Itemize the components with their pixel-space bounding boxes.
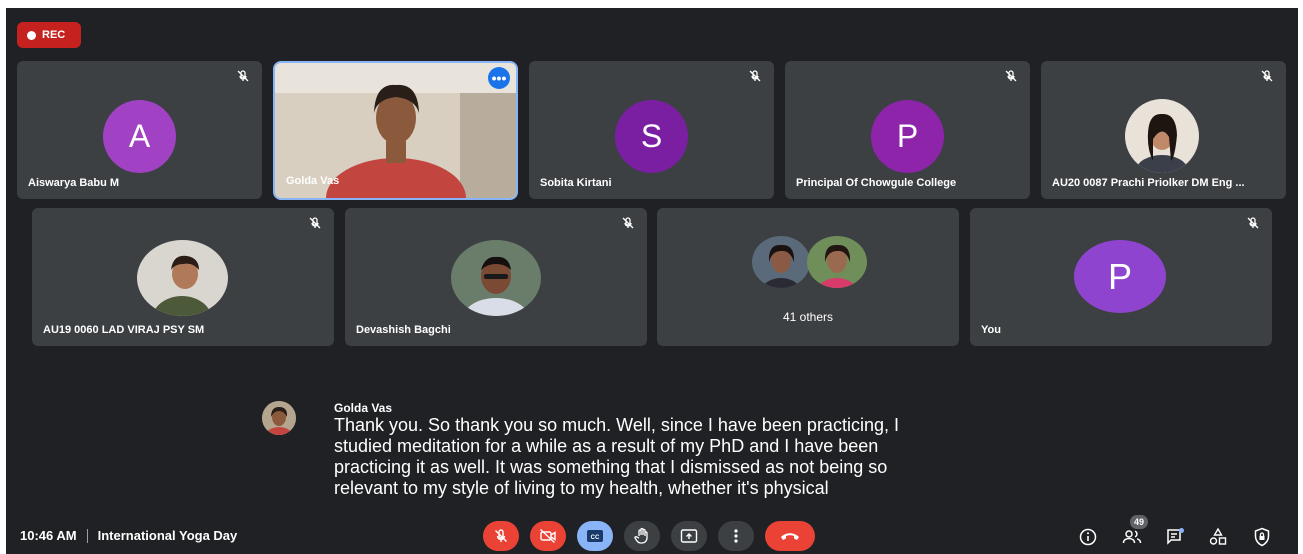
avatar-photo	[137, 240, 228, 316]
chat-icon	[1167, 528, 1184, 545]
caption-text: Thank you. So thank you so much. Well, s…	[334, 415, 1034, 499]
participant-name: Aiswarya Babu M	[28, 177, 120, 189]
mic-off-icon	[495, 529, 507, 542]
participant-tile[interactable]: S Sobita Kirtani	[529, 61, 774, 199]
participant-tile[interactable]: Devashish Bagchi	[345, 208, 647, 346]
more-vert-icon	[734, 529, 738, 543]
caption-speaker-name: Golda Vas	[334, 401, 393, 415]
participant-name: Golda Vas	[286, 175, 340, 187]
caption-line: studied meditation for a while as a resu…	[334, 436, 879, 456]
recording-label: REC	[42, 29, 66, 41]
present-screen-button[interactable]	[671, 521, 707, 551]
avatar: P	[1074, 240, 1166, 313]
camera-off-icon	[540, 528, 556, 544]
people-icon	[1122, 530, 1142, 544]
caption-speaker-avatar	[262, 401, 296, 435]
meeting-time: 10:46 AM	[20, 528, 77, 543]
microphone-toggle-button[interactable]	[483, 521, 519, 551]
present-screen-icon	[680, 529, 698, 543]
participant-tile[interactable]: A Aiswarya Babu M	[17, 61, 262, 199]
participant-name: Principal Of Chowgule College	[796, 177, 957, 189]
mic-off-icon	[749, 70, 761, 82]
info-icon	[1079, 528, 1097, 546]
avatar: S	[615, 100, 688, 173]
participant-name: You	[981, 324, 1001, 336]
avatar-photo	[807, 236, 867, 288]
camera-toggle-button[interactable]	[530, 521, 566, 551]
people-count-badge: 49	[1130, 515, 1148, 529]
more-options-icon[interactable]: •••	[488, 67, 510, 89]
raise-hand-icon	[634, 527, 648, 544]
avatar-photo	[1125, 99, 1199, 173]
recording-indicator: REC	[17, 22, 81, 48]
mic-off-icon	[1247, 217, 1259, 229]
avatar-photo	[752, 236, 810, 288]
participant-name: Sobita Kirtani	[540, 177, 612, 189]
shield-lock-icon	[1254, 527, 1270, 547]
mic-off-icon	[237, 70, 249, 82]
participant-tile[interactable]: P Principal Of Chowgule College	[785, 61, 1030, 199]
activities-button[interactable]	[1207, 526, 1229, 548]
participant-video-tile[interactable]: ••• Golda Vas	[275, 63, 516, 198]
participant-tile-self[interactable]: P You	[970, 208, 1272, 346]
mic-off-icon	[1261, 70, 1273, 82]
divider	[86, 528, 88, 543]
avatar: A	[103, 100, 176, 173]
activities-icon	[1209, 527, 1227, 545]
meeting-details[interactable]: 10:46 AM International Yoga Day	[20, 528, 237, 543]
captions-icon: CC	[587, 530, 603, 542]
host-controls-button[interactable]	[1251, 526, 1273, 548]
people-button[interactable]	[1121, 526, 1143, 548]
captions-button[interactable]: CC	[577, 521, 613, 551]
raise-hand-button[interactable]	[624, 521, 660, 551]
avatar: P	[871, 100, 944, 173]
mic-off-icon	[1005, 70, 1017, 82]
more-options-button[interactable]	[718, 521, 754, 551]
avatar-photo	[451, 240, 541, 316]
caption-line: relevant to my style of living to my hea…	[334, 478, 829, 498]
caption-line: practicing it as well. It was something …	[334, 457, 888, 477]
chat-button[interactable]	[1164, 526, 1186, 548]
meeting-stage: REC A Aiswarya Babu M ••• Golda Vas S So…	[6, 8, 1298, 554]
record-dot-icon	[27, 30, 36, 40]
others-count-label: 41 others	[782, 310, 834, 324]
call-end-icon	[781, 533, 799, 540]
caption-line: Thank you. So thank you so much. Well, s…	[334, 415, 899, 435]
mic-off-icon	[309, 217, 321, 229]
meeting-info-button[interactable]	[1077, 526, 1099, 548]
participant-name: Devashish Bagchi	[356, 324, 451, 336]
meeting-title: International Yoga Day	[97, 528, 238, 543]
participant-tile[interactable]: AU19 0060 LAD VIRAJ PSY SM	[32, 208, 334, 346]
participant-name: AU20 0087 Prachi Priolker DM Eng ...	[1052, 177, 1245, 189]
participant-tile-others[interactable]: 41 others	[657, 208, 959, 346]
mic-off-icon	[622, 217, 634, 229]
participant-tile[interactable]: AU20 0087 Prachi Priolker DM Eng ...	[1041, 61, 1286, 199]
svg-text:CC: CC	[591, 535, 600, 541]
leave-call-button[interactable]	[765, 521, 815, 551]
participant-name: AU19 0060 LAD VIRAJ PSY SM	[43, 324, 205, 336]
